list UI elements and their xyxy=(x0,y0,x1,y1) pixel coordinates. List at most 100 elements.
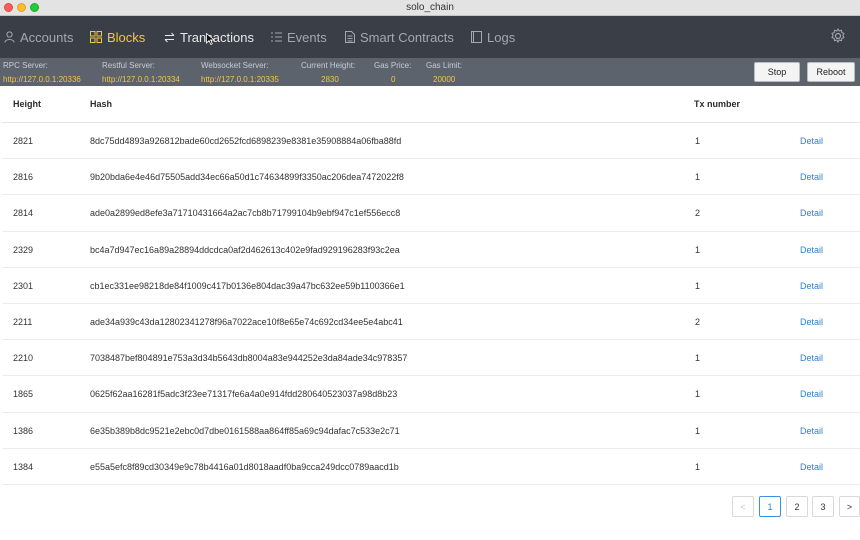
block-hash: 6e35b389b8dc9521e2ebc0d7dbe0161588aa864f… xyxy=(90,425,400,436)
nav-blocks-label: Blocks xyxy=(107,29,146,45)
column-header-height: Height xyxy=(13,99,41,109)
next-page-button[interactable]: > xyxy=(839,496,860,517)
table-row: 1386 6e35b389b8dc9521e2ebc0d7dbe0161588a… xyxy=(2,413,860,449)
transfer-icon xyxy=(164,32,175,42)
current-height-label: Current Height: xyxy=(301,61,356,70)
block-hash: ade0a2899ed8efe3a71710431664a2ac7cb8b717… xyxy=(90,208,401,219)
table-header: Height Hash Tx number xyxy=(2,87,860,123)
table-row: 2821 8dc75dd4893a926812bade60cd2652fcd68… xyxy=(2,123,860,160)
document-icon xyxy=(345,31,355,43)
nav-events-label: Events xyxy=(287,29,327,45)
tx-number: 2 xyxy=(695,316,701,327)
websocket-server-label: Websocket Server: xyxy=(201,61,269,70)
block-height: 1386 xyxy=(13,425,34,436)
nav-transactions-label: Transactions xyxy=(180,29,254,45)
reboot-button[interactable]: Reboot xyxy=(807,62,855,82)
prev-page-button[interactable]: < xyxy=(732,496,754,517)
detail-link[interactable]: Detail xyxy=(800,159,823,195)
page-1-button[interactable]: 1 xyxy=(759,496,781,517)
page-2-button[interactable]: 2 xyxy=(786,496,808,517)
nav-logs-label: Logs xyxy=(487,29,516,45)
block-hash: e55a5efc8f89cd30349e9c78b4416a01d8018aad… xyxy=(90,461,399,472)
table-row: 2814 ade0a2899ed8efe3a71710431664a2ac7cb… xyxy=(2,195,860,232)
table-row: 1384 e55a5efc8f89cd30349e9c78b4416a01d80… xyxy=(2,449,860,485)
tx-number: 2 xyxy=(695,208,701,219)
table-row: 1865 0625f62aa16281f5adc3f23ee71317fe6a4… xyxy=(2,376,860,413)
mouse-cursor-icon xyxy=(206,33,215,45)
tx-number: 1 xyxy=(695,280,701,291)
list-icon xyxy=(271,32,282,42)
nav-accounts[interactable]: Accounts xyxy=(4,16,73,58)
nav-blocks[interactable]: Blocks xyxy=(90,16,145,58)
block-height: 2821 xyxy=(13,136,34,146)
block-height: 1384 xyxy=(13,461,34,472)
websocket-server-value: http://127.0.0.1:20335 xyxy=(201,75,279,84)
block-height: 2814 xyxy=(13,208,34,219)
block-height: 2816 xyxy=(13,172,34,183)
current-height-info: Current Height: 2830 xyxy=(301,60,355,85)
current-height-value: 2830 xyxy=(321,75,339,84)
tx-number: 1 xyxy=(695,389,701,400)
tx-number: 1 xyxy=(695,172,701,183)
window-title: solo_chain xyxy=(406,2,454,13)
rpc-server-value: http://127.0.0.1:20336 xyxy=(3,75,81,84)
detail-link[interactable]: Detail xyxy=(800,304,823,340)
restful-server-label: Restful Server: xyxy=(102,61,155,70)
block-hash: bc4a7d947ec16a89a28894ddcdca0af2d462613c… xyxy=(90,244,400,255)
rpc-server-label: RPC Server: xyxy=(3,61,48,70)
block-height: 2329 xyxy=(13,244,34,255)
nav-logs[interactable]: Logs xyxy=(471,16,515,58)
detail-link[interactable]: Detail xyxy=(800,340,823,376)
tx-number: 1 xyxy=(695,461,701,472)
tx-number: 1 xyxy=(695,425,701,436)
gas-limit-value: 20000 xyxy=(433,75,456,84)
block-hash: 8dc75dd4893a926812bade60cd2652fcd6898239… xyxy=(90,136,402,146)
table-row: 2211 ade34a939c43da12802341278f96a7022ac… xyxy=(2,304,860,341)
block-hash: ade34a939c43da12802341278f96a7022ace10f8… xyxy=(90,316,403,327)
gas-limit-label: Gas Limit: xyxy=(426,61,463,70)
nav-accounts-label: Accounts xyxy=(20,29,74,45)
block-height: 2301 xyxy=(13,280,34,291)
gas-price-value: 0 xyxy=(391,75,396,84)
detail-link[interactable]: Detail xyxy=(800,195,823,231)
table-row: 2816 9b20bda6e4e46d75505add34ec66a50d1c7… xyxy=(2,159,860,196)
logs-icon xyxy=(471,31,482,43)
top-nav: Accounts Blocks Transactions Events Smar… xyxy=(0,16,860,58)
rpc-server-info: RPC Server: http://127.0.0.1:20336 xyxy=(3,60,81,85)
page-3-button[interactable]: 3 xyxy=(812,496,834,517)
title-bar: solo_chain xyxy=(0,0,860,16)
gas-limit-info: Gas Limit: 20000 xyxy=(426,60,462,85)
block-hash: 9b20bda6e4e46d75505add34ec66a50d1c746348… xyxy=(90,172,404,183)
detail-link[interactable]: Detail xyxy=(800,232,823,268)
block-hash: 0625f62aa16281f5adc3f23ee71317fe6a4a0e91… xyxy=(90,389,398,400)
websocket-server-info: Websocket Server: http://127.0.0.1:20335 xyxy=(201,60,279,85)
detail-link[interactable]: Detail xyxy=(800,123,823,159)
block-height: 2211 xyxy=(13,316,33,327)
table-row: 2329 bc4a7d947ec16a89a28894ddcdca0af2d46… xyxy=(2,232,860,268)
gas-price-label: Gas Price: xyxy=(374,61,412,70)
detail-link[interactable]: Detail xyxy=(800,376,823,412)
block-height: 1865 xyxy=(13,389,34,400)
tx-number: 1 xyxy=(695,244,701,255)
detail-link[interactable]: Detail xyxy=(800,413,823,449)
detail-link[interactable]: Detail xyxy=(800,268,823,304)
nav-smart-contracts-label: Smart Contracts xyxy=(360,29,454,45)
table-row: 2210 7038487bef804891e753a3d34b5643db800… xyxy=(2,340,860,377)
gear-icon xyxy=(831,28,845,43)
settings-button[interactable] xyxy=(830,28,846,49)
nav-events[interactable]: Events xyxy=(271,16,327,58)
blocks-icon xyxy=(90,31,102,43)
detail-link[interactable]: Detail xyxy=(800,449,823,485)
blocks-table: 2821 8dc75dd4893a926812bade60cd2652fcd68… xyxy=(2,123,860,485)
nav-smart-contracts[interactable]: Smart Contracts xyxy=(345,16,454,58)
restful-server-value: http://127.0.0.1:20334 xyxy=(102,75,180,84)
server-info-bar: RPC Server: http://127.0.0.1:20336 Restf… xyxy=(0,58,860,86)
tx-number: 1 xyxy=(695,353,701,364)
gas-price-info: Gas Price: 0 xyxy=(374,60,411,85)
block-height: 2210 xyxy=(13,353,34,364)
column-header-tx-number: Tx number xyxy=(694,99,741,109)
stop-button[interactable]: Stop xyxy=(754,62,800,82)
table-row: 2301 cb1ec331ee98218de84f1009c417b0136e8… xyxy=(2,268,860,304)
user-icon xyxy=(4,31,15,43)
block-hash: 7038487bef804891e753a3d34b5643db8004a83e… xyxy=(90,353,408,364)
